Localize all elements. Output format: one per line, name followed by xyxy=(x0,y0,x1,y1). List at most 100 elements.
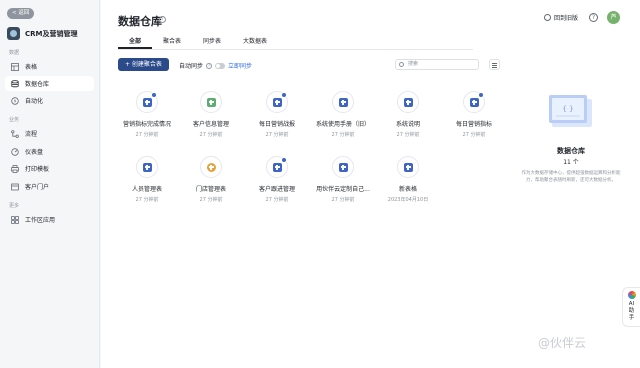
page-title: 数据仓库 xyxy=(118,15,162,28)
sidebar-item-label: 仪表盘 xyxy=(25,149,44,156)
sidebar-item-label: 流程 xyxy=(25,131,38,138)
sidebar-item-data-warehouse[interactable]: 数据仓库 xyxy=(5,76,94,91)
table-icon xyxy=(11,62,19,71)
automation-icon xyxy=(11,96,19,105)
ai-logo-icon xyxy=(627,291,636,299)
tab-big-data[interactable]: 大数据表 xyxy=(232,34,278,49)
app-root: < 返回 CRM及营销管理 数据 表格 数据仓库 自动化 业务 流程 仪表盘 打… xyxy=(0,0,640,368)
card-time: 27 分钟前 xyxy=(199,132,223,138)
card-name: 人员管理表 xyxy=(131,186,162,193)
warehouse-card[interactable]: 用伙伴云定制自己... 27 分钟前 xyxy=(310,156,376,203)
auto-sync-toggle[interactable] xyxy=(215,62,226,69)
warehouse-card[interactable]: 系统使用手册（旧） 27 分钟前 xyxy=(310,91,376,138)
history-icon xyxy=(544,14,551,21)
list-icon xyxy=(492,63,497,64)
table-icon xyxy=(136,156,158,178)
card-time: 27 分钟前 xyxy=(331,197,355,203)
warehouse-card[interactable]: 营销指标完成情况 27 分钟前 xyxy=(114,91,180,138)
auto-sync-label: 自动同步 xyxy=(179,63,204,70)
chart-icon xyxy=(200,91,222,113)
print-icon xyxy=(11,164,19,173)
warehouse-card[interactable]: 每日营销指标 27 分钟前 xyxy=(441,91,507,138)
sidebar-item-workspace-apps[interactable]: 工作区应用 xyxy=(5,212,94,227)
card-name: 系统使用手册（旧） xyxy=(315,121,370,128)
database-icon xyxy=(11,79,19,87)
warehouse-card[interactable]: 人员管理表 27 分钟前 xyxy=(114,156,180,203)
tab-all[interactable]: 全部 xyxy=(118,34,153,49)
sidebar-item-label: 表格 xyxy=(25,64,38,71)
card-time: 27 分钟前 xyxy=(265,132,289,138)
sidebar-item-label: 客户门户 xyxy=(25,184,50,191)
panel-description: 作为大数据存储中心，提供超强数据运算和分析能力，帮助聚合表随时刷新，还可大数据分… xyxy=(521,171,621,183)
card-name: 系统说明 xyxy=(395,121,420,128)
app-header: CRM及营销管理 xyxy=(7,27,78,40)
old-version-label: 回到旧版 xyxy=(554,15,579,22)
tab-bar: 全部 聚合表 同步表 大数据表 xyxy=(118,34,473,50)
panel-title: 数据仓库 xyxy=(557,147,585,155)
data-warehouse-illustration: { } xyxy=(549,95,592,127)
card-name: 新表格 xyxy=(398,186,417,193)
auto-sync-help-icon[interactable]: ? xyxy=(206,62,213,69)
tab-aggregate[interactable]: 聚合表 xyxy=(152,34,192,49)
warehouse-card[interactable]: 客户信息管理 27 分钟前 xyxy=(178,91,244,138)
ai-label: 手 xyxy=(628,315,635,321)
app-title: CRM及营销管理 xyxy=(25,29,78,38)
card-time: 27 分钟前 xyxy=(135,197,159,203)
back-button[interactable]: < 返回 xyxy=(7,8,35,19)
ai-label: AI xyxy=(628,301,635,307)
avatar[interactable]: 芦 xyxy=(607,11,620,24)
sidebar-item-customer-portal[interactable]: 客户门户 xyxy=(5,179,94,194)
table-icon xyxy=(332,156,354,178)
sync-now-link[interactable]: 立即同步 xyxy=(228,61,252,70)
table-icon xyxy=(332,91,354,113)
warehouse-card[interactable]: 新表格 2023年04月10日 xyxy=(375,156,441,203)
warehouse-card[interactable]: 每日营销战报 27 分钟前 xyxy=(244,91,310,138)
card-name: 每日营销战报 xyxy=(258,121,295,128)
back-to-old-version-button[interactable]: 回到旧版 xyxy=(544,13,578,22)
card-time: 27 分钟前 xyxy=(265,197,289,203)
card-time: 27 分钟前 xyxy=(396,132,420,138)
warehouse-card[interactable]: 客户跟进管理 27 分钟前 xyxy=(244,156,310,203)
sidebar-item-table[interactable]: 表格 xyxy=(5,59,94,74)
card-name: 客户信息管理 xyxy=(192,121,229,128)
sidebar-item-label: 数据仓库 xyxy=(25,81,50,88)
auto-sync-control: 自动同步 ? 立即同步 xyxy=(179,61,252,70)
sidebar-item-automation[interactable]: 自动化 xyxy=(5,93,94,108)
table-icon xyxy=(397,156,419,178)
search-placeholder: 搜索 xyxy=(408,61,419,67)
sidebar-item-flow[interactable]: 流程 xyxy=(5,126,94,141)
table-icon xyxy=(397,91,419,113)
sidebar-item-label: 工作区应用 xyxy=(25,217,56,224)
list-view-toggle[interactable] xyxy=(489,59,500,70)
card-name: 门店管理表 xyxy=(195,186,226,193)
section-data-label: 数据 xyxy=(9,50,20,56)
card-time: 2023年04月10日 xyxy=(387,197,429,203)
warehouse-card[interactable]: 门店管理表 27 分钟前 xyxy=(178,156,244,203)
question-icon[interactable]: ? xyxy=(589,13,598,22)
list-icon xyxy=(492,65,497,66)
section-more-label: 更多 xyxy=(9,203,20,209)
search-input[interactable]: 搜索 xyxy=(395,59,479,70)
dashboard-icon xyxy=(11,147,19,156)
card-time: 27 分钟前 xyxy=(331,132,355,138)
svg-text:{ }: { } xyxy=(562,105,573,113)
sidebar-item-print-template[interactable]: 打印模板 xyxy=(5,161,94,176)
ai-assistant-button[interactable]: AI 助 手 xyxy=(622,287,640,327)
create-aggregate-table-button[interactable]: + 创建聚合表 xyxy=(118,58,169,71)
card-name: 每日营销指标 xyxy=(455,121,492,128)
help-circle-icon[interactable]: ? xyxy=(159,16,166,23)
card-time: 27 分钟前 xyxy=(135,132,159,138)
sidebar-item-dashboard[interactable]: 仪表盘 xyxy=(5,144,94,159)
main-content: 数据仓库 ? 回到旧版 ? 芦 全部 聚合表 同步表 大数据表 + 创建聚合表 … xyxy=(101,0,640,368)
list-icon xyxy=(492,67,497,68)
search-icon xyxy=(399,62,404,67)
card-name: 用伙伴云定制自己... xyxy=(316,186,370,193)
app-logo-icon xyxy=(7,27,20,40)
tab-sync[interactable]: 同步表 xyxy=(192,34,232,49)
ai-label: 助 xyxy=(628,308,635,314)
watermark: @伙伴云 xyxy=(538,336,587,350)
warehouse-card[interactable]: 系统说明 27 分钟前 xyxy=(375,91,441,138)
flow-icon xyxy=(11,129,19,138)
sidebar: < 返回 CRM及营销管理 数据 表格 数据仓库 自动化 业务 流程 仪表盘 打… xyxy=(0,0,100,368)
group-icon xyxy=(200,156,222,178)
